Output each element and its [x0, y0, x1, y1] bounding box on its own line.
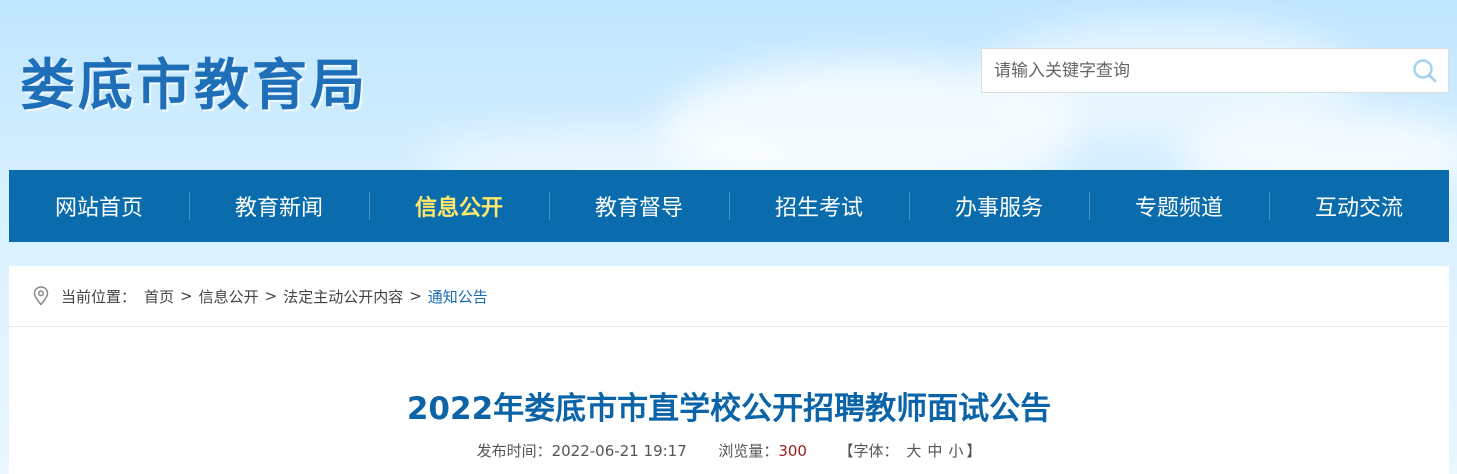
font-size-bracket-close: 】	[966, 442, 982, 460]
search-button[interactable]	[1402, 49, 1448, 92]
publish-time: 2022-06-21 19:17	[551, 442, 687, 460]
view-count: 300	[778, 442, 807, 460]
breadcrumb: 当前位置： 首页 > 信息公开 > 法定主动公开内容 > 通知公告	[9, 266, 1449, 327]
site-logo-title[interactable]: 娄底市教育局	[20, 40, 368, 120]
nav-item-education-news[interactable]: 教育新闻	[189, 170, 369, 242]
nav-item-special-topics[interactable]: 专题频道	[1089, 170, 1269, 242]
breadcrumb-prefix: 当前位置：	[61, 287, 137, 306]
breadcrumb-item-notices[interactable]: 通知公告	[428, 286, 488, 307]
nav-item-education-supervision[interactable]: 教育督导	[549, 170, 729, 242]
search-icon	[1413, 58, 1437, 82]
views-label: 浏览量：	[718, 442, 779, 460]
article-meta: 发布时间：2022-06-21 19:17 浏览量：300 【字体： 大中小】	[9, 440, 1449, 461]
font-size-label: 【字体：	[838, 442, 899, 460]
breadcrumb-separator: >	[180, 287, 193, 305]
article-title: 2022年娄底市市直学校公开招聘教师面试公告	[406, 391, 1052, 427]
font-size-large-button[interactable]: 大	[906, 442, 921, 460]
nav-item-info-disclosure[interactable]: 信息公开	[369, 170, 549, 242]
location-pin-icon	[33, 286, 49, 306]
nav-item-admissions-exams[interactable]: 招生考试	[729, 170, 909, 242]
font-size-medium-button[interactable]: 中	[927, 442, 942, 460]
search-box	[981, 48, 1449, 93]
breadcrumb-item-home[interactable]: 首页	[144, 286, 174, 307]
breadcrumb-item-statutory-content[interactable]: 法定主动公开内容	[283, 286, 403, 307]
main-nav: 网站首页 教育新闻 信息公开 教育督导 招生考试 办事服务 专题频道 互动交流	[9, 170, 1449, 242]
nav-item-home[interactable]: 网站首页	[9, 170, 189, 242]
nav-item-services[interactable]: 办事服务	[909, 170, 1089, 242]
nav-item-interaction[interactable]: 互动交流	[1269, 170, 1449, 242]
breadcrumb-separator: >	[409, 287, 422, 305]
breadcrumb-item-info-disclosure[interactable]: 信息公开	[199, 286, 259, 307]
font-size-small-button[interactable]: 小	[948, 442, 963, 460]
publish-time-label: 发布时间：	[476, 442, 552, 460]
content-panel: 当前位置： 首页 > 信息公开 > 法定主动公开内容 > 通知公告 2022年娄…	[9, 266, 1449, 474]
search-input[interactable]	[982, 49, 1402, 92]
breadcrumb-separator: >	[264, 287, 278, 305]
